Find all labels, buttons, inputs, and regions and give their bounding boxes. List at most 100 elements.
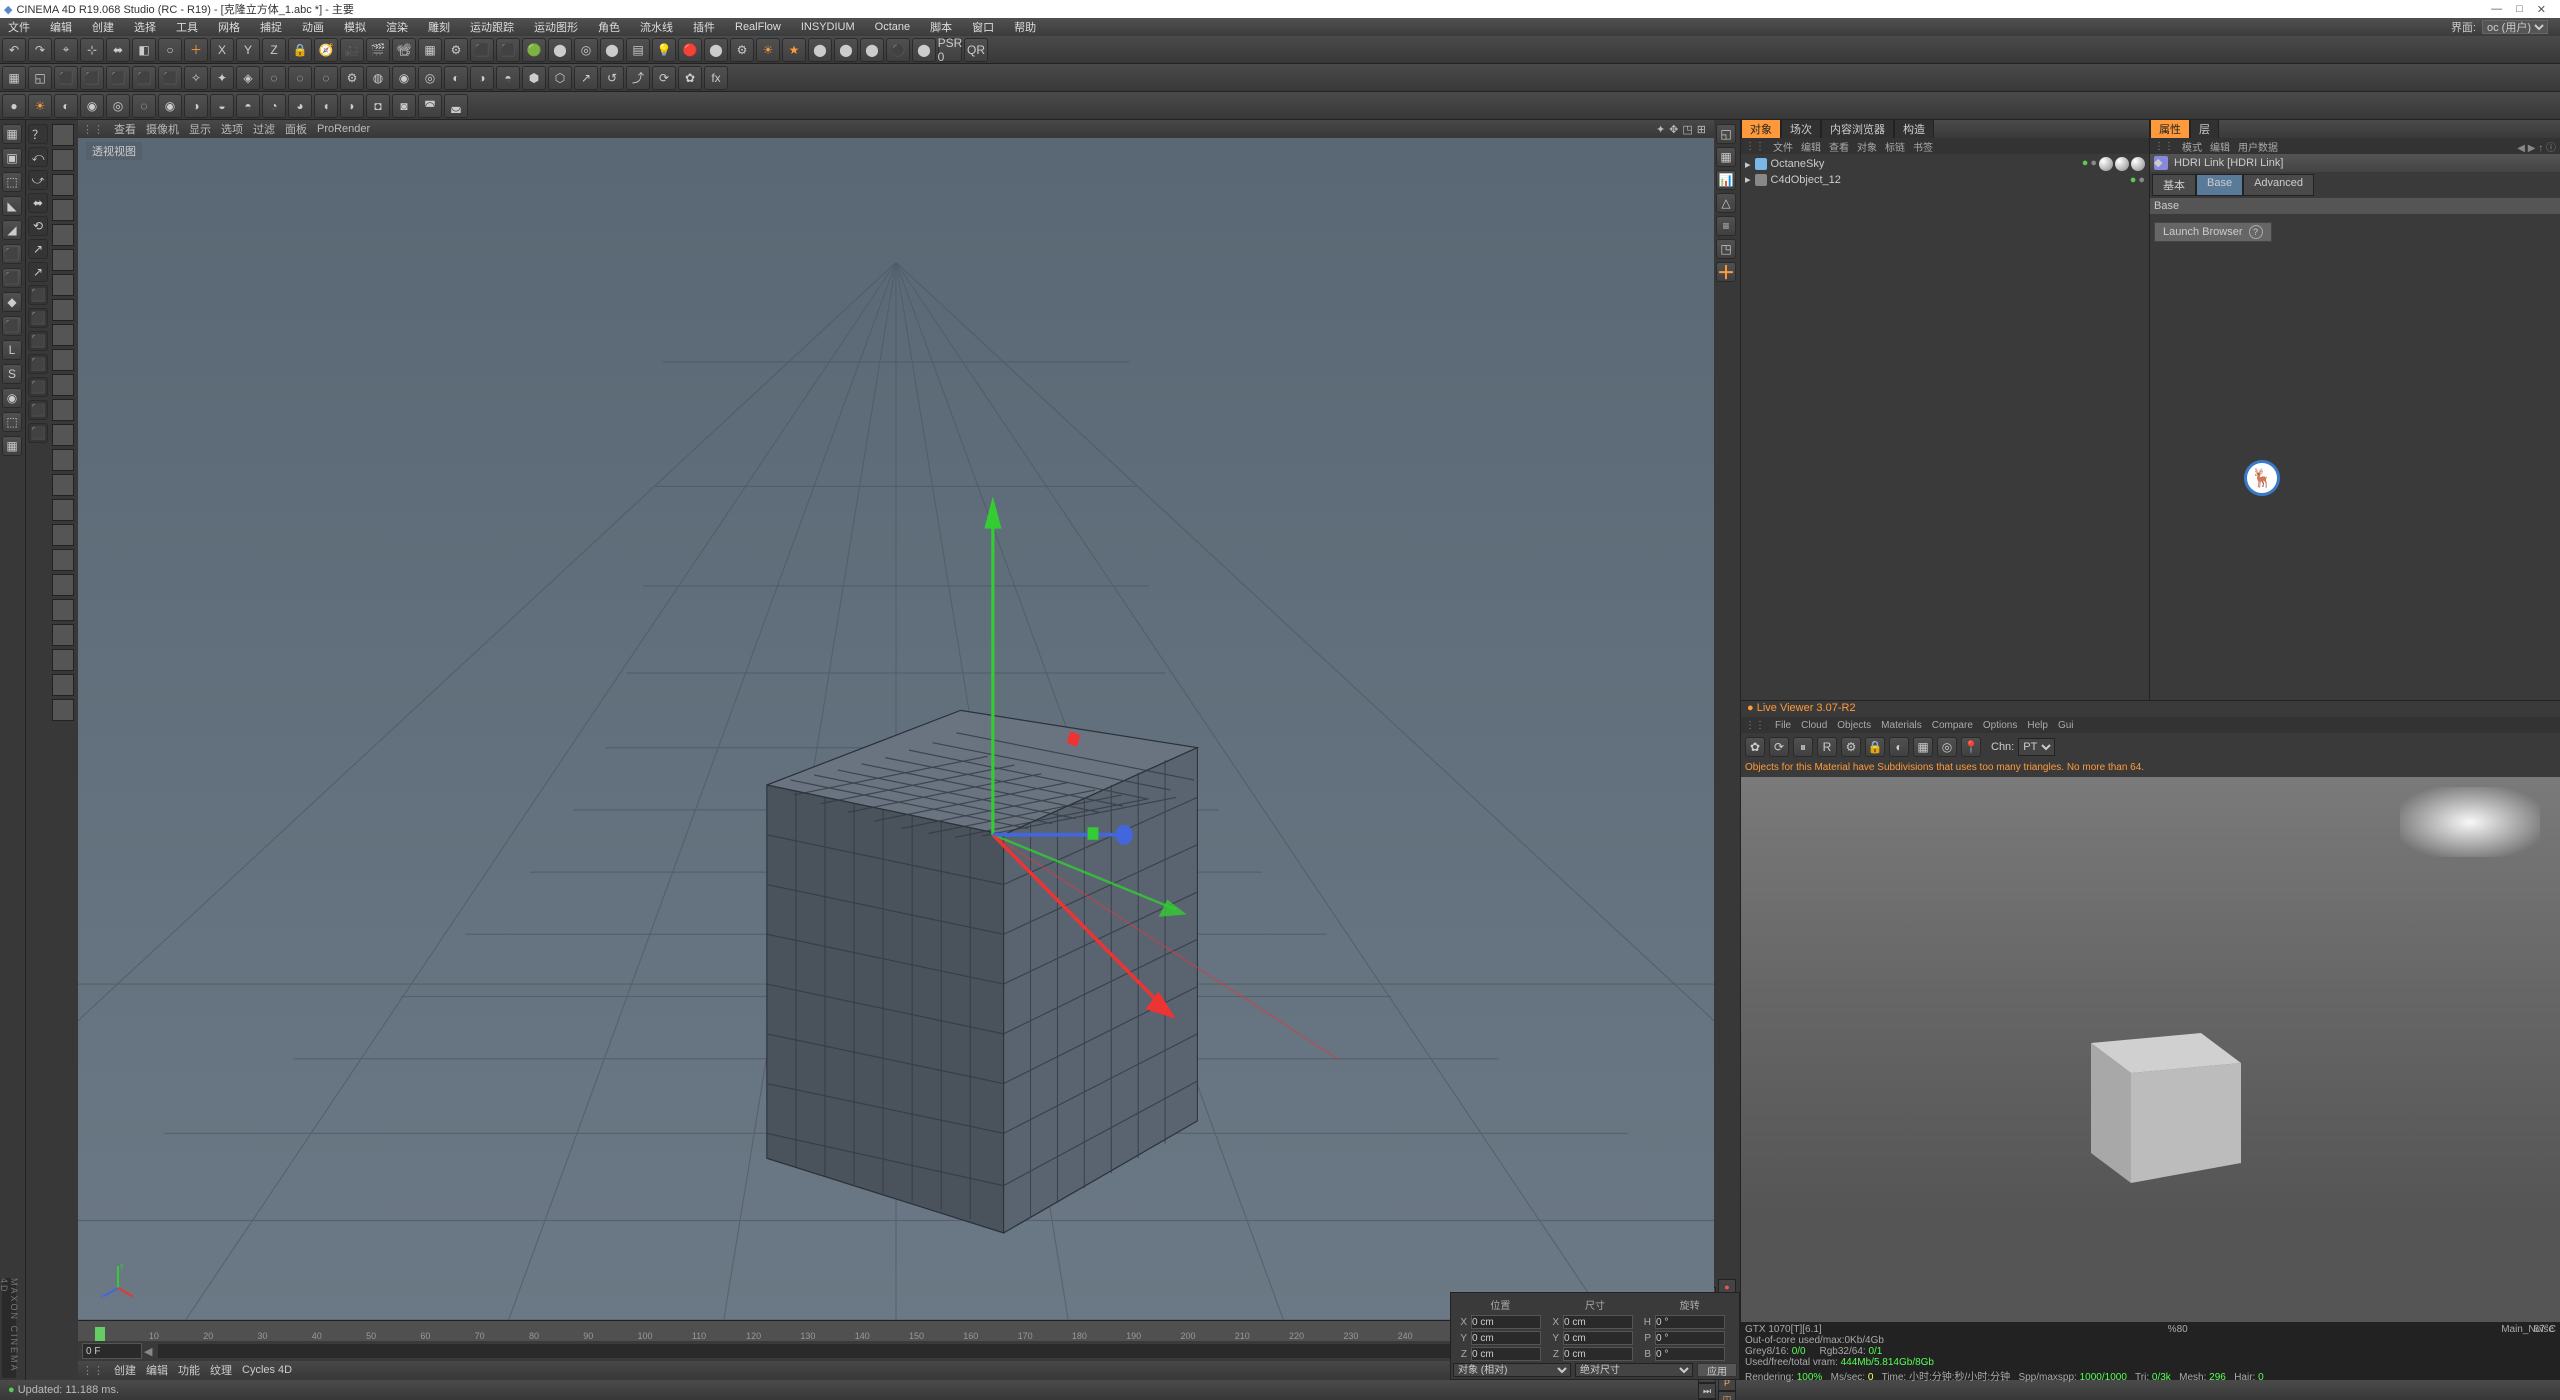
toolbar-button[interactable]: ⤻ bbox=[28, 170, 48, 190]
toolbar-button[interactable]: ⬤ bbox=[834, 38, 858, 62]
toolbar-button[interactable]: ⬛ bbox=[132, 66, 156, 90]
vp-menu-camera[interactable]: 摄像机 bbox=[146, 121, 179, 137]
texture-preset[interactable] bbox=[52, 274, 74, 296]
texture-preset[interactable] bbox=[52, 124, 74, 146]
toolbar-button[interactable]: ⬛ bbox=[158, 66, 182, 90]
vp-menu-prorender[interactable]: ProRender bbox=[317, 123, 370, 135]
texture-preset[interactable] bbox=[52, 224, 74, 246]
toolbar-button[interactable]: ⬛ bbox=[496, 38, 520, 62]
toolbar-button[interactable]: ⬛ bbox=[2, 244, 22, 264]
toolbar-button[interactable]: QR bbox=[964, 38, 988, 62]
texture-preset[interactable] bbox=[52, 199, 74, 221]
toolbar-button[interactable]: ◉ bbox=[158, 94, 182, 118]
toolbar-button[interactable]: ◑ bbox=[184, 94, 208, 118]
toolbar-button[interactable]: ↺ bbox=[600, 66, 624, 90]
om-menu-bookmarks[interactable]: 书签 bbox=[1913, 139, 1933, 154]
toolbar-button[interactable]: 🔴 bbox=[678, 38, 702, 62]
toolbar-button[interactable]: ？ bbox=[28, 124, 48, 144]
viewport-side-button[interactable]: ≡ bbox=[1716, 216, 1736, 236]
toolbar-button[interactable]: ◈ bbox=[236, 66, 260, 90]
tab-edit[interactable]: 编辑 bbox=[146, 1362, 168, 1378]
toolbar-button[interactable]: ◒ bbox=[210, 94, 234, 118]
menu-tracker[interactable]: 运动跟踪 bbox=[466, 18, 518, 36]
lv-menu-gui[interactable]: Gui bbox=[2058, 720, 2074, 731]
texture-preset[interactable] bbox=[52, 574, 74, 596]
coord-pos-input[interactable] bbox=[1471, 1331, 1541, 1345]
toolbar-button[interactable]: ⬛ bbox=[54, 66, 78, 90]
toolbar-button[interactable]: ◎ bbox=[106, 94, 130, 118]
menu-plugins[interactable]: 插件 bbox=[689, 18, 719, 36]
texture-preset[interactable] bbox=[52, 499, 74, 521]
toolbar-button[interactable]: ◆ bbox=[2, 292, 22, 312]
texture-preset[interactable] bbox=[52, 674, 74, 696]
toolbar-button[interactable]: ◛ bbox=[444, 94, 468, 118]
toolbar-button[interactable]: ⚙ bbox=[730, 38, 754, 62]
tab-objects[interactable]: 对象 bbox=[1741, 119, 1781, 139]
viewport-nav-icon[interactable]: ⊞ bbox=[1697, 123, 1706, 136]
menu-simulate[interactable]: 模拟 bbox=[340, 18, 370, 36]
toolbar-button[interactable]: ⟳ bbox=[652, 66, 676, 90]
toolbar-button[interactable]: 🎥 bbox=[340, 38, 364, 62]
toolbar-button[interactable]: ◙ bbox=[392, 94, 416, 118]
toolbar-button[interactable]: 📽 bbox=[392, 38, 416, 62]
toolbar-button[interactable]: 💡 bbox=[652, 38, 676, 62]
toolbar-button[interactable]: ⚙ bbox=[444, 38, 468, 62]
toolbar-button[interactable]: 🎬 bbox=[366, 38, 390, 62]
lv-toolbar-button[interactable]: 📍 bbox=[1961, 737, 1981, 757]
toolbar-button[interactable]: ◌ bbox=[314, 66, 338, 90]
texture-preset[interactable] bbox=[52, 699, 74, 721]
toolbar-button[interactable]: fx bbox=[704, 66, 728, 90]
toolbar-button[interactable]: ⤴ bbox=[626, 66, 650, 90]
menu-edit[interactable]: 编辑 bbox=[46, 18, 76, 36]
coord-pos-input[interactable] bbox=[1471, 1315, 1541, 1329]
vp-menu-options[interactable]: 选项 bbox=[221, 121, 243, 137]
toolbar-button[interactable]: 🟢 bbox=[522, 38, 546, 62]
object-tree[interactable]: ▸OctaneSky ●●▸C4dObject_12 ●● bbox=[1741, 154, 2149, 700]
menu-snap[interactable]: 捕捉 bbox=[256, 18, 286, 36]
toolbar-button[interactable]: ⬤ bbox=[912, 38, 936, 62]
lv-toolbar-button[interactable]: R bbox=[1817, 737, 1837, 757]
toolbar-button[interactable]: ⊹ bbox=[80, 38, 104, 62]
tab-function[interactable]: 功能 bbox=[178, 1362, 200, 1378]
toolbar-button[interactable]: ⬛ bbox=[28, 423, 48, 443]
toolbar-button[interactable]: ☀ bbox=[756, 38, 780, 62]
viewport-side-button[interactable]: ▦ bbox=[1716, 147, 1736, 167]
toolbar-button[interactable]: ◐ bbox=[444, 66, 468, 90]
object-tag[interactable] bbox=[2099, 157, 2113, 171]
tree-item[interactable]: ▸C4dObject_12 ●● bbox=[1743, 172, 2147, 187]
toolbar-button[interactable]: L bbox=[2, 340, 22, 360]
toolbar-button[interactable]: ✧ bbox=[184, 66, 208, 90]
object-tag[interactable] bbox=[2115, 157, 2129, 171]
toolbar-button[interactable]: ◢ bbox=[2, 220, 22, 240]
toolbar-button[interactable]: ⬛ bbox=[470, 38, 494, 62]
toolbar-button[interactable]: ⚙ bbox=[340, 66, 364, 90]
playback-button[interactable]: ⏭ bbox=[1698, 1383, 1716, 1399]
toolbar-button[interactable]: ⬡ bbox=[548, 66, 572, 90]
texture-preset[interactable] bbox=[52, 299, 74, 321]
texture-preset[interactable] bbox=[52, 649, 74, 671]
live-viewer-viewport[interactable] bbox=[1741, 777, 2560, 1322]
lv-menu-materials[interactable]: Materials bbox=[1881, 720, 1922, 731]
lv-toolbar-button[interactable]: ⚙ bbox=[1841, 737, 1861, 757]
attr-tab-basic[interactable]: 基本 bbox=[2152, 174, 2196, 196]
lv-toolbar-button[interactable]: ⟳ bbox=[1769, 737, 1789, 757]
toolbar-button[interactable]: S bbox=[2, 364, 22, 384]
toolbar-button[interactable]: ◓ bbox=[496, 66, 520, 90]
om-menu-edit[interactable]: 编辑 bbox=[1801, 139, 1821, 154]
menu-sculpt[interactable]: 雕刻 bbox=[424, 18, 454, 36]
toolbar-button[interactable]: ✿ bbox=[678, 66, 702, 90]
close-button[interactable]: ✕ bbox=[2537, 3, 2546, 16]
coord-rot-input[interactable] bbox=[1655, 1331, 1725, 1345]
texture-preset[interactable] bbox=[52, 524, 74, 546]
vp-menu-view[interactable]: 查看 bbox=[114, 121, 136, 137]
texture-preset[interactable] bbox=[52, 549, 74, 571]
lv-chn-select[interactable]: PT bbox=[2018, 738, 2055, 756]
toolbar-button[interactable]: ↷ bbox=[28, 38, 52, 62]
maximize-button[interactable]: □ bbox=[2516, 3, 2523, 16]
lv-toolbar-button[interactable]: ◎ bbox=[1937, 737, 1957, 757]
menu-file[interactable]: 文件 bbox=[4, 18, 34, 36]
toolbar-button[interactable]: ＋ bbox=[184, 38, 208, 62]
toolbar-button[interactable]: ○ bbox=[158, 38, 182, 62]
toolbar-button[interactable]: ✦ bbox=[210, 66, 234, 90]
coords-size-mode[interactable]: 绝对尺寸 bbox=[1575, 1363, 1693, 1377]
